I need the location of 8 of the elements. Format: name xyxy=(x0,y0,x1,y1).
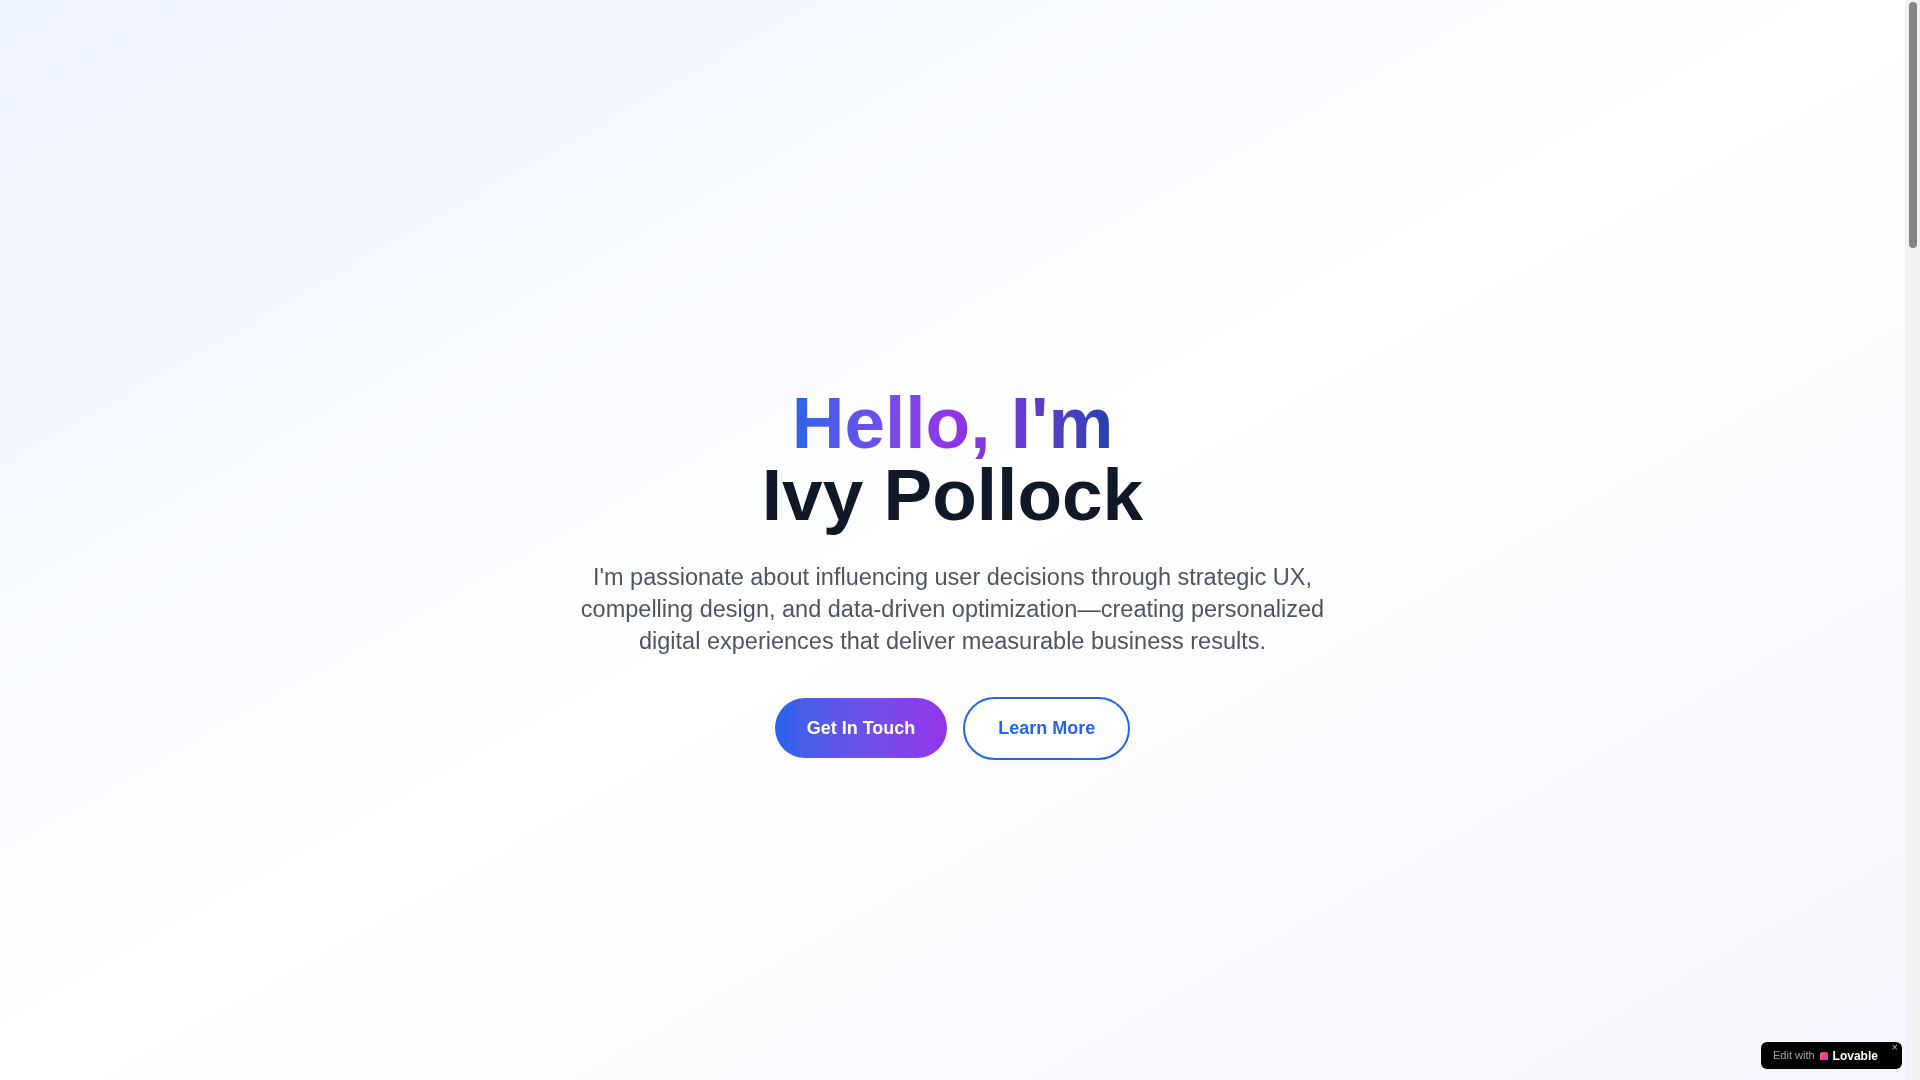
badge-brand: Lovable xyxy=(1832,1047,1878,1065)
get-in-touch-button[interactable]: Get In Touch xyxy=(774,698,948,758)
edit-badge[interactable]: Edit with Lovable × xyxy=(1761,1042,1902,1069)
scrollbar[interactable] xyxy=(1905,0,1920,1080)
close-button[interactable]: × xyxy=(1891,1040,1898,1054)
badge-prefix: Edit with xyxy=(1773,1048,1815,1064)
learn-more-button[interactable]: Learn More xyxy=(963,696,1131,760)
intro-paragraph: I'm passionate about influencing user decisions through strategic UX, compelling design, and data-driven optimization—creating personalized digital experiences that deliver measurable business results. xyxy=(579,562,1326,656)
